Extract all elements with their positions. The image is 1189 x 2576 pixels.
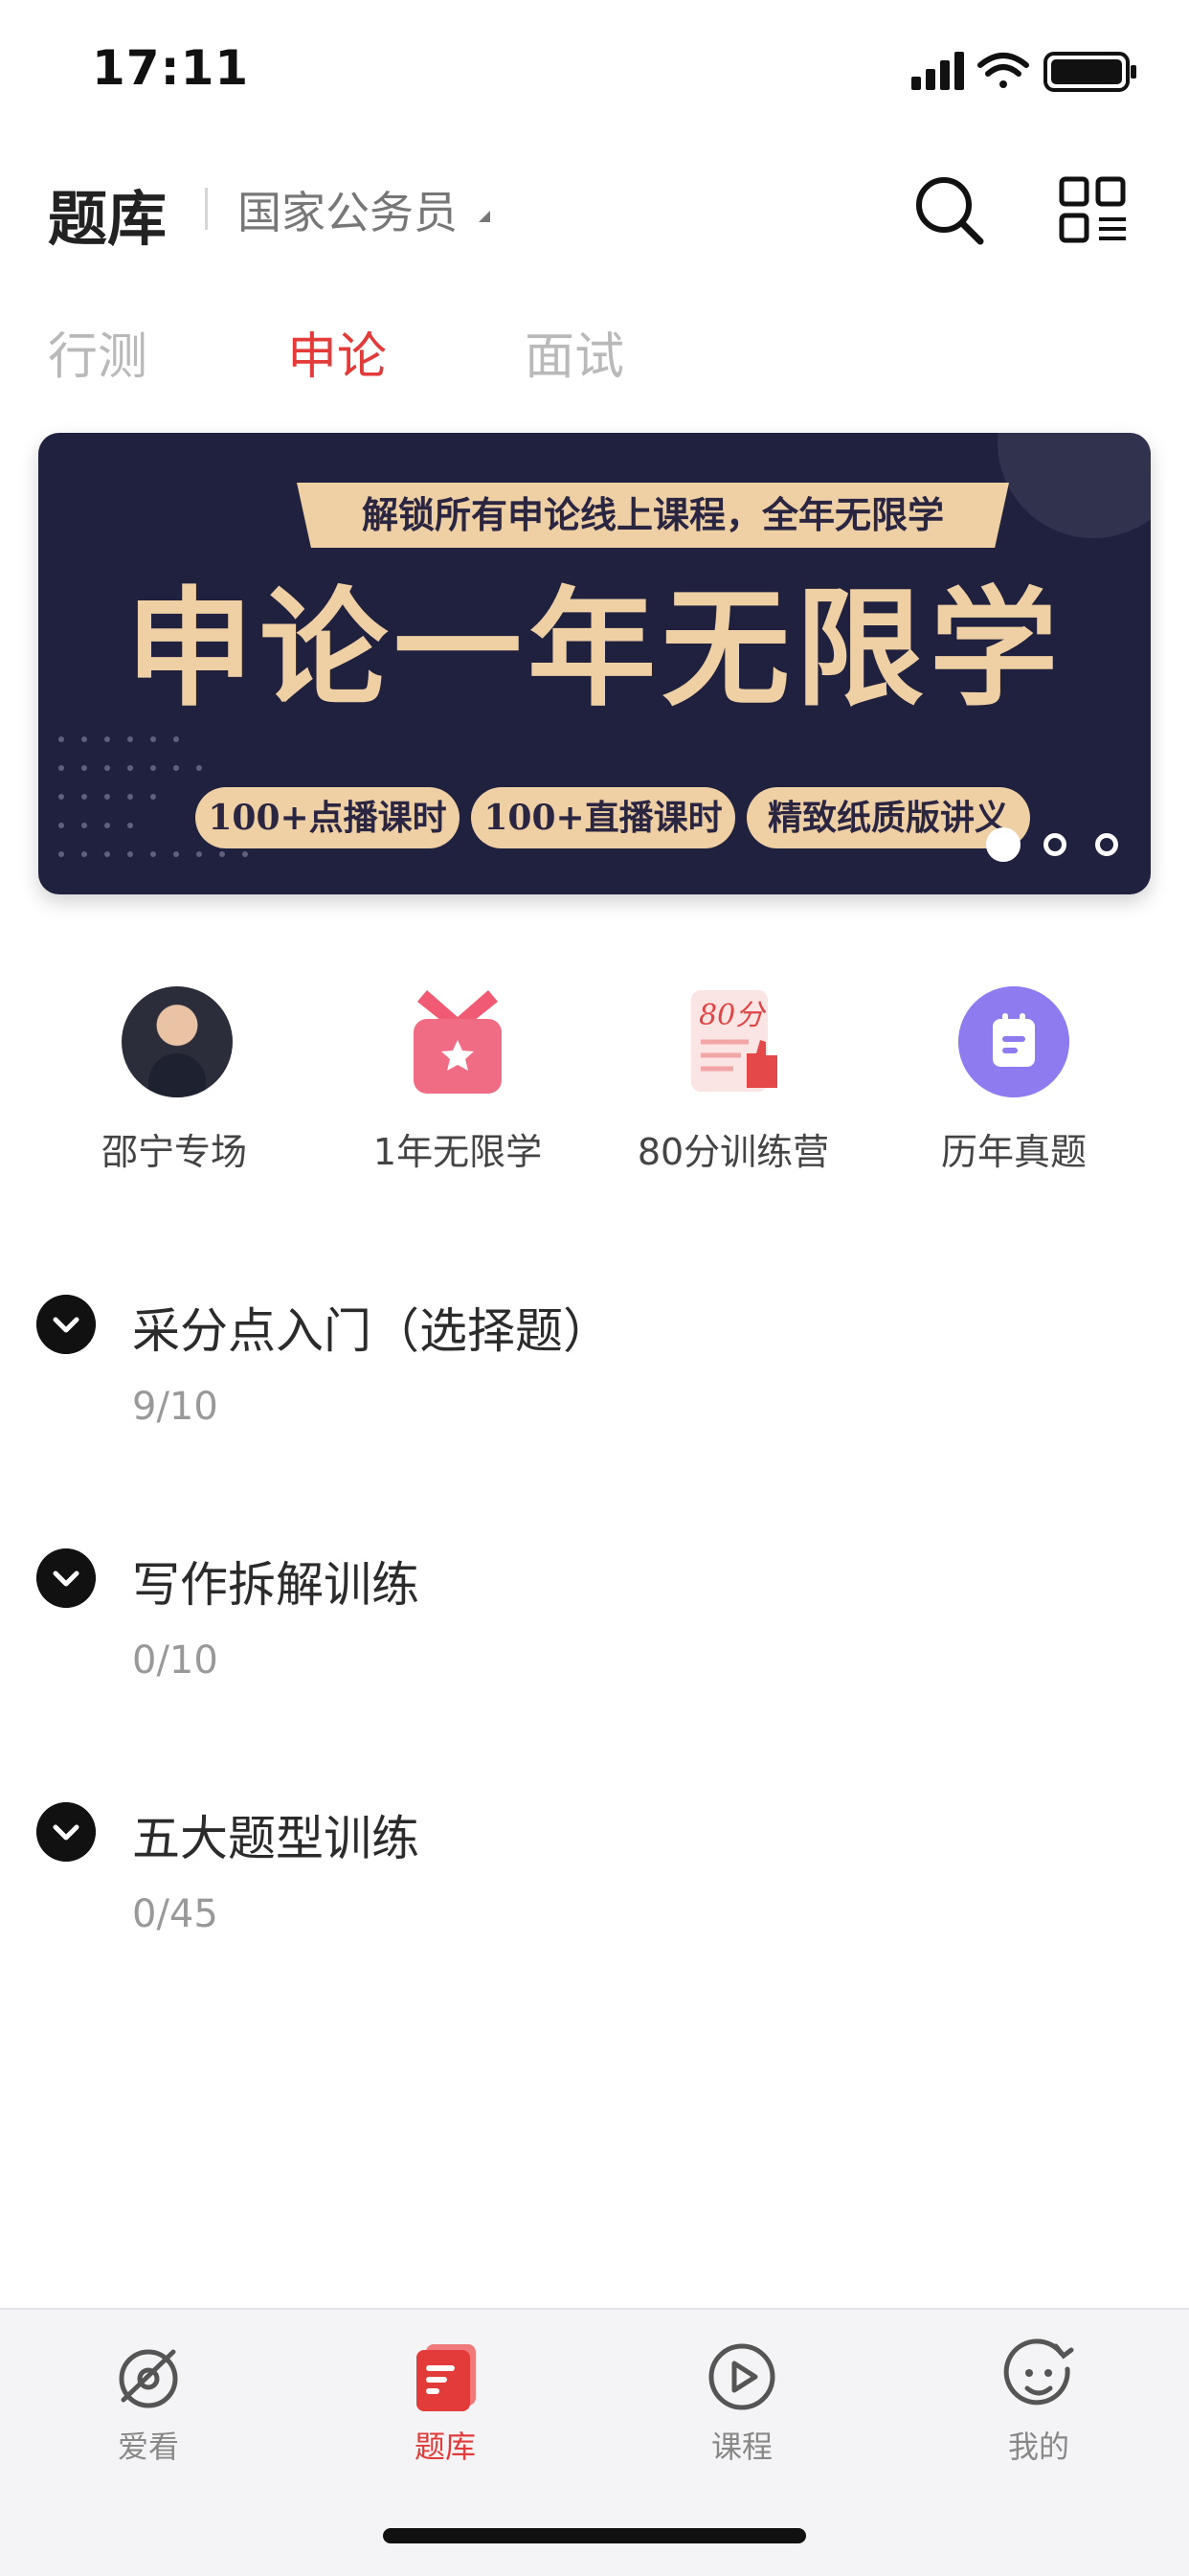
- pager-dot[interactable]: [1043, 833, 1066, 856]
- category-selector[interactable]: 国家公务员: [237, 178, 458, 241]
- entry-label-teacher[interactable]: 邵宁专场: [50, 1122, 299, 1175]
- search-icon[interactable]: [911, 172, 988, 249]
- pager-dot[interactable]: [1095, 833, 1118, 856]
- nav-label: 题库: [414, 2429, 476, 2465]
- status-time: 17:11: [92, 40, 250, 96]
- page-title: 题库: [48, 184, 168, 254]
- question-bank-icon: [416, 2344, 476, 2411]
- nav-item-tiku[interactable]: 题库: [349, 2339, 541, 2467]
- home-indicator[interactable]: [383, 2528, 806, 2543]
- battery-icon: [1043, 52, 1136, 92]
- nav-label: 课程: [710, 2429, 773, 2465]
- banner-pager[interactable]: [986, 827, 1120, 871]
- past-papers-icon[interactable]: [958, 986, 1069, 1097]
- chevron-down-icon[interactable]: [36, 1548, 96, 1608]
- caret-down-icon[interactable]: [479, 211, 490, 222]
- section-progress: 0/45: [132, 1892, 218, 1936]
- list-item[interactable]: 写作拆解训练 0/10: [36, 1547, 1147, 1690]
- wifi-icon: [977, 53, 1029, 88]
- status-icons: [911, 52, 1136, 92]
- nav-label: 爱看: [117, 2429, 179, 2465]
- smile-icon: [1003, 2339, 1074, 2406]
- list-item[interactable]: 五大题型训练 0/45: [36, 1800, 1147, 1944]
- nav-item-aikan[interactable]: 爱看: [53, 2339, 244, 2467]
- banner-pill-live: 100+直播课时: [471, 787, 735, 848]
- score-80-icon[interactable]: 80分: [678, 986, 789, 1097]
- banner-pill-vod: 100+点播课时: [195, 787, 460, 848]
- compass-icon: [119, 2349, 178, 2408]
- pager-dot-active[interactable]: [986, 827, 1021, 862]
- tab-xingce[interactable]: 行测: [48, 316, 147, 388]
- ribbon-star-icon[interactable]: [402, 986, 513, 1097]
- banner-headline: 申论一年无限学: [124, 573, 1064, 724]
- promo-banner[interactable]: 解锁所有申论线上课程，全年无限学 申论一年无限学 100+点播课时 100+直播…: [38, 433, 1151, 894]
- entry-label-past-papers[interactable]: 历年真题: [889, 1122, 1138, 1175]
- entry-label-camp[interactable]: 80分训练营: [609, 1122, 858, 1175]
- svg-text:80分: 80分: [699, 999, 767, 1032]
- list-item[interactable]: 采分点入门（选择题） 9/10: [36, 1293, 1147, 1436]
- play-icon: [708, 2343, 775, 2410]
- nav-label: 我的: [1007, 2429, 1069, 2465]
- banner-decoration: [998, 433, 1151, 538]
- section-title[interactable]: 五大题型训练: [132, 1800, 419, 1869]
- nav-item-wode[interactable]: 我的: [943, 2339, 1134, 2467]
- section-title[interactable]: 采分点入门（选择题）: [132, 1293, 611, 1362]
- tab-shenlun[interactable]: 申论: [287, 316, 387, 388]
- chevron-down-icon[interactable]: [36, 1295, 96, 1354]
- chevron-down-icon[interactable]: [36, 1802, 96, 1862]
- section-progress: 9/10: [132, 1385, 218, 1429]
- entry-label-unlimited[interactable]: 1年无限学: [333, 1122, 582, 1175]
- signal-icon: [911, 52, 964, 90]
- section-title[interactable]: 写作拆解训练: [132, 1547, 419, 1616]
- header-divider: [205, 188, 208, 230]
- banner-tagline: 解锁所有申论线上课程，全年无限学: [297, 483, 1009, 548]
- section-progress: 0/10: [132, 1638, 218, 1683]
- teacher-avatar[interactable]: [122, 986, 233, 1097]
- grid-menu-icon[interactable]: [1059, 176, 1128, 245]
- nav-item-kecheng[interactable]: 课程: [646, 2339, 838, 2467]
- tab-mianshi[interactable]: 面试: [525, 316, 624, 388]
